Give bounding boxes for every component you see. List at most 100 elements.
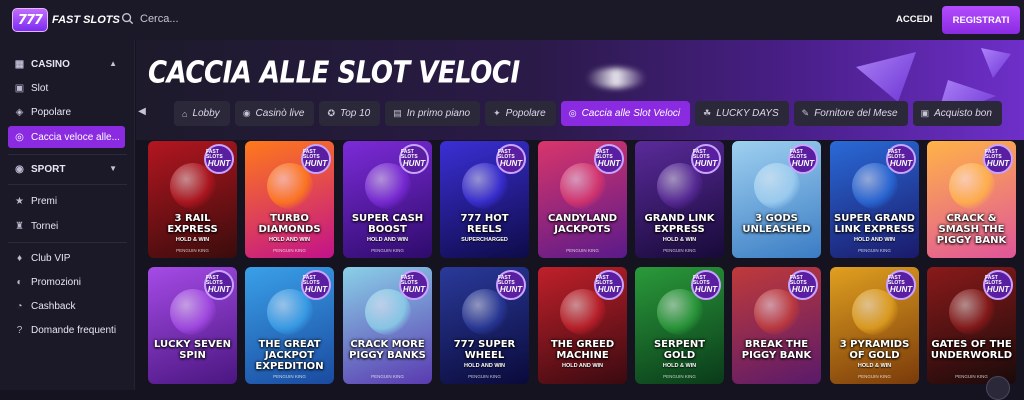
fast-slots-hunt-badge: FAST SLOTS HUNT: [983, 270, 1013, 300]
badge-line2: HUNT: [304, 159, 328, 168]
decor-shard: [981, 48, 1011, 78]
sport-icon: ◉: [15, 163, 24, 175]
sidebar-item-slot[interactable]: ▣ Slot: [8, 77, 125, 99]
tabs-scroll-left-icon[interactable]: ◀: [136, 106, 148, 117]
tab-popular[interactable]: ✦ Popolare: [485, 101, 556, 126]
badge-line2: HUNT: [402, 159, 426, 168]
game-card[interactable]: FAST SLOTS HUNT GATES OF THE UNDERWORLD PEN…: [927, 267, 1016, 384]
sidebar-item-label: Tornei: [31, 220, 59, 232]
tab-label: In primo piano: [406, 108, 471, 119]
game-provider: PENGUIN KING: [371, 374, 404, 379]
badge-line2: HUNT: [694, 159, 718, 168]
game-card[interactable]: FAST SLOTS HUNT SUPER CASH BOOST HOLD AND W…: [343, 141, 432, 258]
fast-slots-hunt-badge: FAST SLOTS HUNT: [691, 144, 721, 174]
game-title: 777 HOT REELS: [460, 213, 509, 235]
login-button[interactable]: ACCEDI: [896, 14, 932, 25]
tab-lobby[interactable]: ⌂ Lobby: [174, 101, 230, 126]
game-card[interactable]: FAST SLOTS HUNT 777 SUPER WHEEL HOLD AND WI…: [440, 267, 529, 384]
game-card[interactable]: FAST SLOTS HUNT LUCKY SEVEN SPIN: [148, 267, 237, 384]
badge-line2: HUNT: [986, 159, 1010, 168]
sidebar-item-casino[interactable]: ▦ CASINO ▲: [8, 53, 125, 75]
game-card[interactable]: FAST SLOTS HUNT 3 GODS UNLEASHED: [732, 141, 821, 258]
fast-slots-hunt-badge: FAST SLOTS HUNT: [594, 144, 624, 174]
tab-provider-of-month[interactable]: ✎ Fornitore del Mese: [793, 101, 908, 126]
sidebar-divider: [8, 242, 127, 243]
sidebar-item-faq[interactable]: ? Domande frequenti: [8, 319, 125, 341]
game-subtitle: HOLD & WIN: [857, 363, 892, 369]
decor-shard: [856, 52, 916, 102]
tab-featured[interactable]: ▤ In primo piano: [385, 101, 481, 126]
game-card[interactable]: FAST SLOTS HUNT CRACK MORE PIGGY BANKS PENG…: [343, 267, 432, 384]
game-card[interactable]: FAST SLOTS HUNT 777 HOT REELS SUPERCHARGED: [440, 141, 529, 258]
sidebar-item-prizes[interactable]: ★ Premi: [8, 190, 125, 212]
sidebar-item-tournaments[interactable]: ♜ Tornei: [8, 215, 125, 237]
game-title: 3 PYRAMIDS OF GOLD: [839, 339, 910, 361]
game-card[interactable]: FAST SLOTS HUNT THE GREED MACHINE HOLD AND …: [538, 267, 627, 384]
top10-icon: ✪: [327, 108, 336, 118]
game-title: 777 SUPER WHEEL: [453, 339, 516, 361]
tab-bonus-buy[interactable]: ▣ Acquisto bon: [912, 101, 1002, 126]
game-card[interactable]: FAST SLOTS HUNT 3 PYRAMIDS OF GOLD HOLD & W…: [830, 267, 919, 384]
popular-icon: ◈: [15, 106, 24, 118]
featured-icon: ▤: [393, 108, 402, 118]
logo-text: FAST SLOTS: [52, 14, 120, 26]
sidebar-item-fast-slot-hunt[interactable]: ◎ Caccia veloce alle...: [8, 126, 125, 148]
cashback-icon: ◔: [16, 300, 23, 312]
provider-icon: ✎: [801, 108, 810, 118]
search-bar[interactable]: [121, 12, 340, 25]
game-card[interactable]: FAST SLOTS HUNT TURBO DIAMONDS HOLD AND WIN…: [245, 141, 334, 258]
casino-icon: ▦: [14, 58, 25, 70]
badge-line2: HUNT: [207, 285, 231, 294]
vip-icon: ♦: [16, 252, 23, 264]
badge-line2: HUNT: [889, 159, 913, 168]
top-bar: 777 FAST SLOTS ACCEDI REGISTRATI: [0, 0, 1024, 40]
tab-label: Casinò live: [255, 108, 305, 119]
game-card[interactable]: FAST SLOTS HUNT BREAK THE PIGGY BANK: [732, 267, 821, 384]
main-content: CACCIA ALLE SLOT VELOCI ◀ ⌂ Lobby ◉ Casinò…: [136, 40, 1024, 390]
fast-slots-hunt-badge: FAST SLOTS HUNT: [886, 144, 916, 174]
fast-slots-hunt-badge: FAST SLOTS HUNT: [204, 144, 234, 174]
game-card[interactable]: FAST SLOTS HUNT SERPENT GOLD HOLD & WIN PENG…: [635, 267, 724, 384]
game-card[interactable]: FAST SLOTS HUNT SUPER GRAND LINK EXPRESS HO…: [830, 141, 919, 258]
badge-line2: HUNT: [402, 285, 426, 294]
game-title: SUPER CASH BOOST: [351, 213, 424, 235]
sidebar-item-popular[interactable]: ◈ Popolare: [8, 101, 125, 123]
fast-slots-hunt-badge: FAST SLOTS HUNT: [301, 270, 331, 300]
game-provider: PENGUIN KING: [663, 248, 696, 253]
badge-line2: HUNT: [694, 285, 718, 294]
game-provider: PENGUIN KING: [858, 248, 891, 253]
game-provider: PENGUIN KING: [858, 374, 891, 379]
tab-live-casino[interactable]: ◉ Casinò live: [234, 101, 315, 126]
sidebar-item-vip-club[interactable]: ♦ Club VIP: [8, 247, 125, 269]
game-subtitle: HOLD & WIN: [662, 237, 697, 243]
tab-lucky-days[interactable]: ☘ LUCKY DAYS: [695, 101, 789, 126]
game-card[interactable]: FAST SLOTS HUNT GRAND LINK EXPRESS HOLD & W…: [635, 141, 724, 258]
sidebar-item-promotions[interactable]: ◐ Promozioni: [8, 271, 125, 293]
tab-fast-slot-hunt[interactable]: ◎ Caccia alle Slot Veloci: [560, 101, 691, 126]
fast-slots-hunt-badge: FAST SLOTS HUNT: [983, 144, 1013, 174]
game-card[interactable]: FAST SLOTS HUNT CRACK & SMASH THE PIGGY BA…: [927, 141, 1016, 258]
search-input[interactable]: [140, 12, 340, 25]
badge-line2: HUNT: [986, 285, 1010, 294]
game-card[interactable]: FAST SLOTS HUNT 3 RAIL EXPRESS HOLD & WIN PE…: [148, 141, 237, 258]
logo[interactable]: 777 FAST SLOTS: [12, 8, 120, 32]
fast-slots-hunt-badge: FAST SLOTS HUNT: [496, 144, 526, 174]
game-card[interactable]: FAST SLOTS HUNT THE GREAT JACKPOT EXPEDITI…: [245, 267, 334, 384]
fast-slots-hunt-badge: FAST SLOTS HUNT: [301, 144, 331, 174]
game-title: 3 GODS UNLEASHED: [742, 213, 811, 235]
sidebar-item-label: CASINO: [31, 58, 70, 70]
fast-slots-hunt-badge: FAST SLOTS HUNT: [886, 270, 916, 300]
search-icon: [121, 12, 134, 25]
tab-top-10[interactable]: ✪ Top 10: [319, 101, 381, 126]
sidebar-item-cashback[interactable]: ◔ Cashback: [8, 295, 125, 317]
sidebar-item-sport[interactable]: ◉ SPORT ▼: [8, 158, 125, 180]
decor-flare: [586, 68, 646, 88]
game-provider: PENGUIN KING: [371, 248, 404, 253]
tab-label: Lobby: [192, 108, 220, 119]
fast-slots-hunt-badge: FAST SLOTS HUNT: [691, 270, 721, 300]
game-card[interactable]: FAST SLOTS HUNT CANDYLAND JACKPOTS PENGUIN …: [538, 141, 627, 258]
logo-badge: 777: [12, 8, 48, 32]
game-title: THE GREAT JACKPOT EXPEDITION: [255, 339, 324, 372]
help-button[interactable]: [986, 376, 1010, 400]
register-button[interactable]: REGISTRATI: [942, 6, 1020, 34]
